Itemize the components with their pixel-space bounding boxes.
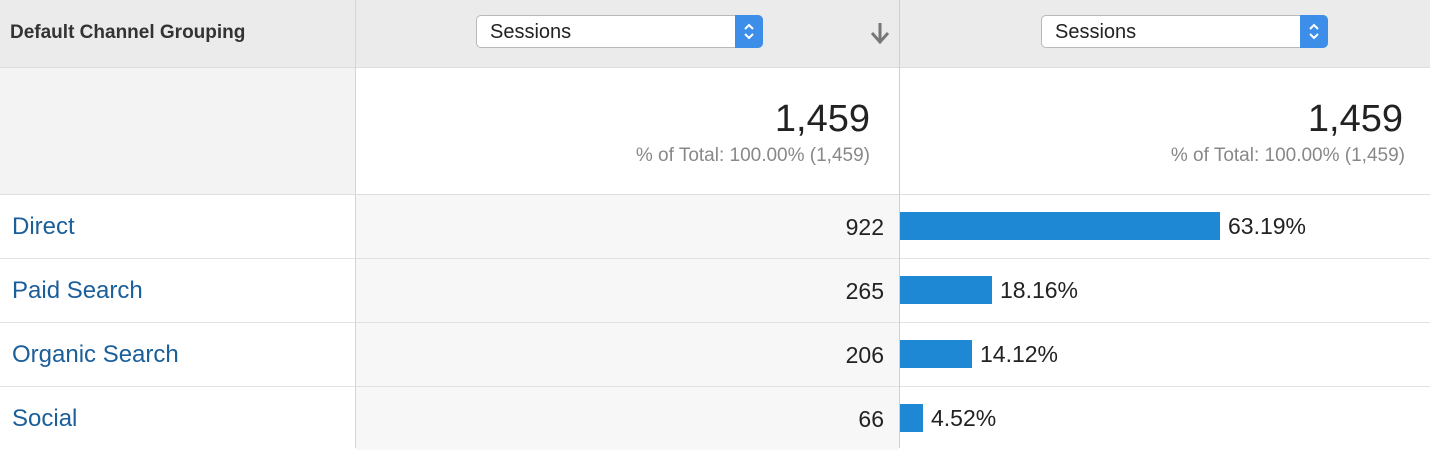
- channel-cell: Paid Search: [0, 259, 355, 322]
- channel-link[interactable]: Direct: [12, 213, 75, 241]
- metric2-total-cell: 1,459 % of Total: 100.00% (1,459): [900, 68, 1430, 194]
- sessions-value: 206: [845, 342, 884, 368]
- metric1-total-cell: 1,459 % of Total: 100.00% (1,459): [356, 68, 899, 194]
- totals-row: 1,459 % of Total: 100.00% (1,459) 1,459 …: [0, 68, 1430, 195]
- sessions-value: 66: [858, 406, 884, 432]
- percent-bar: [900, 212, 1220, 240]
- metric2-select-value: Sessions: [1055, 21, 1137, 43]
- metric2-select[interactable]: Sessions: [1041, 15, 1328, 48]
- sessions-cell: 922: [356, 195, 899, 258]
- sessions-value: 265: [845, 278, 884, 304]
- metric1-select-value: Sessions: [490, 21, 572, 43]
- percent-cell: 14.12%: [900, 323, 1430, 386]
- percent-bar: [900, 340, 972, 368]
- percent-label: 63.19%: [1228, 213, 1307, 239]
- metric2-total-percent: % of Total: 100.00% (1,459): [1170, 145, 1405, 166]
- sessions-cell: 66: [356, 387, 899, 450]
- channel-link[interactable]: Paid Search: [12, 277, 143, 305]
- table-row: Paid Search 265 18.16%: [0, 259, 1430, 323]
- percent-cell: 18.16%: [900, 259, 1430, 322]
- metric1-select[interactable]: Sessions: [476, 15, 763, 48]
- table-header-row: Default Channel Grouping Sessions Sessio…: [0, 0, 1430, 68]
- select-arrows-icon[interactable]: [1300, 15, 1328, 48]
- percent-label: 4.52%: [931, 405, 997, 431]
- channel-cell: Organic Search: [0, 323, 355, 386]
- sessions-cell: 265: [356, 259, 899, 322]
- channel-cell: Social: [0, 387, 355, 450]
- table-row: Direct 922 63.19%: [0, 195, 1430, 259]
- report-table: Default Channel Grouping Sessions Sessio…: [0, 0, 1430, 450]
- sort-descending-icon[interactable]: [869, 21, 891, 50]
- column-divider: [899, 0, 900, 448]
- metric2-header-cell: Sessions: [900, 0, 1430, 67]
- percent-label: 14.12%: [980, 341, 1059, 367]
- totals-label-cell: [0, 68, 355, 194]
- percent-cell: 4.52%: [900, 387, 1430, 450]
- channel-link[interactable]: Organic Search: [12, 341, 179, 369]
- metric1-total-percent: % of Total: 100.00% (1,459): [635, 145, 870, 166]
- select-arrows-icon[interactable]: [735, 15, 763, 48]
- percent-bar: [900, 404, 923, 432]
- sessions-cell: 206: [356, 323, 899, 386]
- dimension-header-cell: Default Channel Grouping: [0, 0, 355, 67]
- column-divider: [355, 0, 356, 448]
- percent-bar: [900, 276, 992, 304]
- channel-link[interactable]: Social: [12, 405, 77, 433]
- metric1-total-value: 1,459: [774, 98, 870, 140]
- dimension-header-label[interactable]: Default Channel Grouping: [10, 22, 245, 44]
- percent-cell: 63.19%: [900, 195, 1430, 258]
- sessions-value: 922: [845, 214, 884, 240]
- metric1-header-cell: Sessions: [356, 0, 899, 67]
- channel-cell: Direct: [0, 195, 355, 258]
- percent-label: 18.16%: [1000, 277, 1079, 303]
- table-row: Organic Search 206 14.12%: [0, 323, 1430, 387]
- metric2-total-value: 1,459: [1307, 98, 1403, 140]
- table-row: Social 66 4.52%: [0, 387, 1430, 450]
